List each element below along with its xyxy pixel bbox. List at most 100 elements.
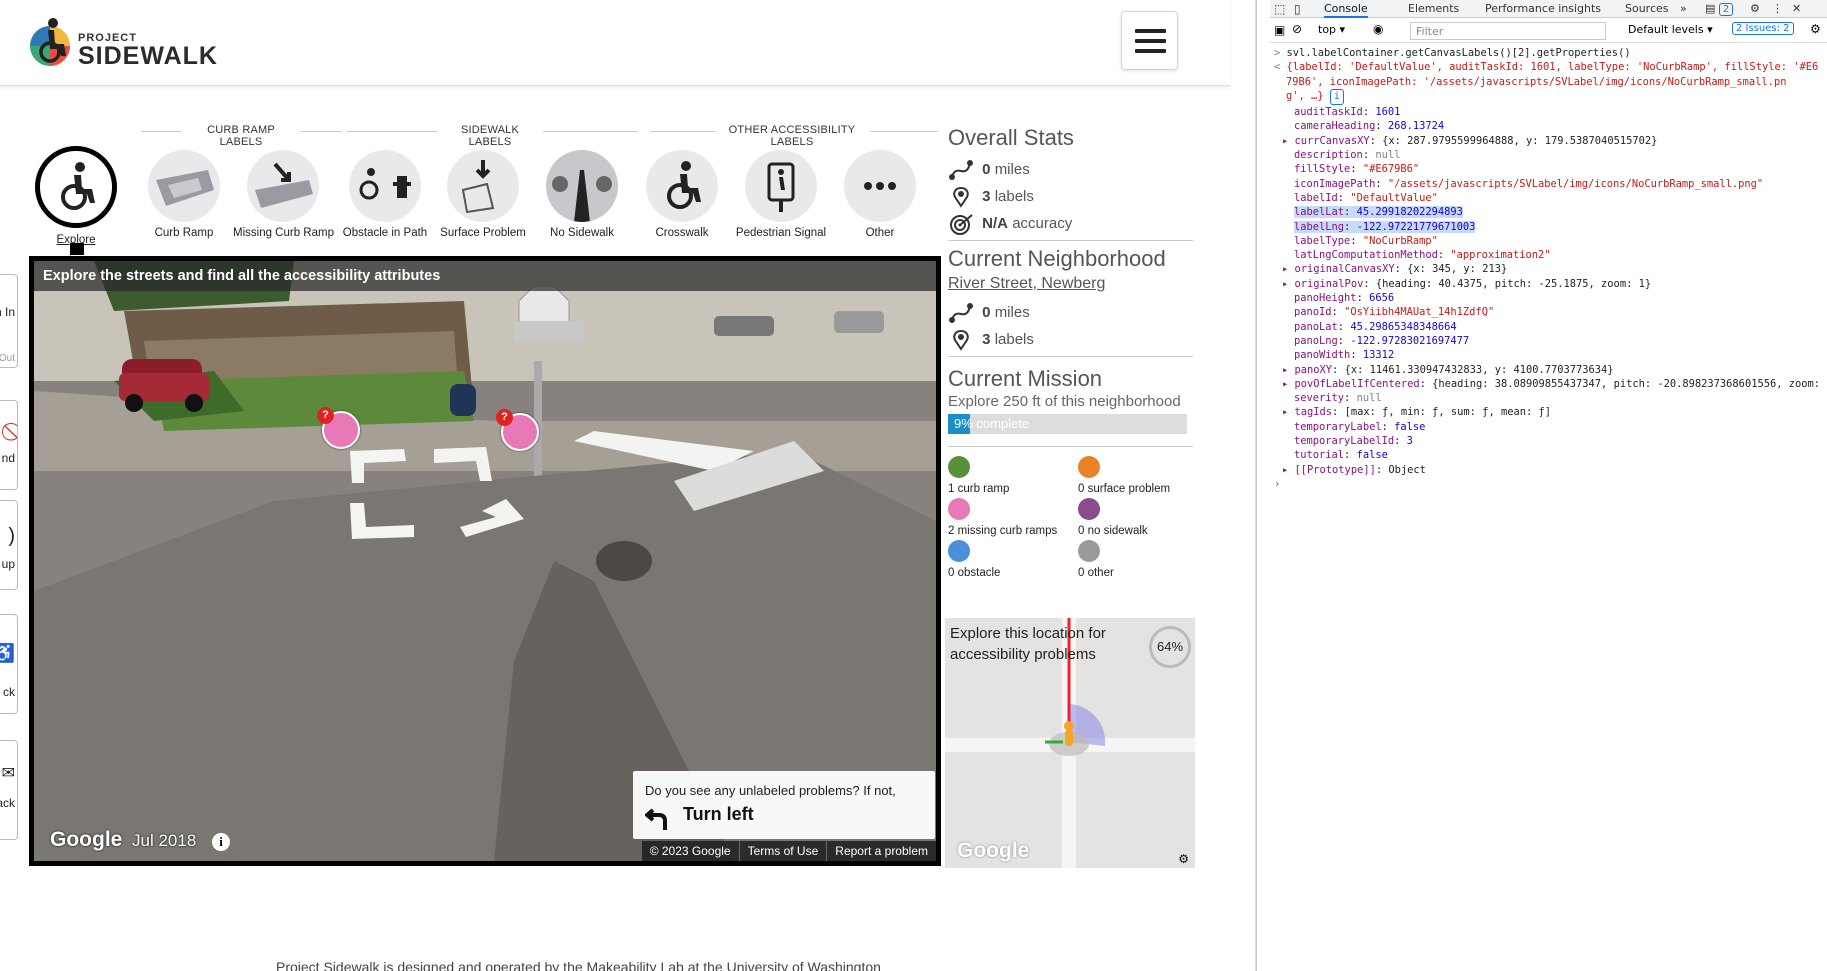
object-property-row[interactable]: labelId: "DefaultValue" <box>1270 191 1827 205</box>
object-property-row[interactable]: panoHeight: 6656 <box>1270 291 1827 305</box>
object-property-row[interactable]: tutorial: false <box>1270 448 1827 462</box>
side-nav-feedback[interactable]: ✉ back <box>0 740 18 840</box>
inspect-icon[interactable]: ⬚ <box>1274 2 1285 16</box>
object-property-row[interactable]: ▸ originalCanvasXY: {x: 345, y: 213} <box>1270 262 1827 276</box>
console-filter-input[interactable]: Filter <box>1410 22 1606 40</box>
tab-elements[interactable]: Elements <box>1408 2 1459 15</box>
neighborhood-labels: 3 labels <box>948 329 1034 353</box>
tool-crosswalk[interactable]: Crosswalk <box>632 150 732 239</box>
navigation-prompt[interactable]: Do you see any unlabeled problems? If no… <box>633 771 935 839</box>
menu-hamburger-button[interactable] <box>1121 11 1178 70</box>
close-devtools-icon[interactable]: ✕ <box>1792 2 1801 15</box>
property-separator: : <box>1344 206 1357 219</box>
settings-icon[interactable]: ⚙ <box>1750 2 1760 15</box>
object-property-row[interactable]: labelLat: 45.29918202294893 <box>1270 205 1827 219</box>
property-key: latLngComputationMethod <box>1294 249 1438 262</box>
more-tabs-button[interactable]: » <box>1680 2 1687 15</box>
property-key: labelType <box>1294 234 1351 247</box>
route-icon <box>949 303 973 323</box>
side-nav-zoom[interactable]: n In Out <box>0 274 18 368</box>
turn-left-button[interactable]: Turn left <box>683 804 754 825</box>
console-prompt[interactable]: › <box>1270 477 1827 491</box>
property-value: {heading: 38.08909855437347, pitch: -20.… <box>1432 377 1821 390</box>
property-key: ▸ currCanvasXY <box>1282 134 1370 147</box>
log-levels-dropdown[interactable]: Default levels ▾ <box>1628 23 1713 36</box>
object-property-row[interactable]: ▸ povOfLabelIfCentered: {heading: 38.089… <box>1270 377 1827 391</box>
divider <box>948 356 1193 357</box>
object-property-row[interactable]: labelLng: -122.97221779671003 <box>1270 220 1827 234</box>
object-property-row[interactable]: latLngComputationMethod: "approximation2… <box>1270 248 1827 262</box>
property-key: tutorial <box>1294 449 1345 462</box>
eye-icon[interactable]: ◉ <box>1373 22 1383 36</box>
property-value: 6656 <box>1369 292 1395 305</box>
street-view-panel[interactable]: ? ? Explore the streets and find all the… <box>29 256 941 866</box>
object-property-row[interactable]: ▸ panoXY: {x: 11461.330947432833, y: 410… <box>1270 363 1827 377</box>
tool-surface-problem[interactable]: Surface Problem <box>433 150 533 239</box>
terms-of-use-link[interactable]: Terms of Use <box>738 841 827 861</box>
clear-console-icon[interactable]: ⊘ <box>1292 22 1302 36</box>
object-property-row[interactable]: ▸ [[Prototype]]: Object <box>1270 463 1827 477</box>
object-property-row[interactable]: temporaryLabelId: 3 <box>1270 434 1827 448</box>
property-separator: : <box>1362 106 1376 119</box>
legend-other: 0 other <box>1078 567 1114 579</box>
sidebar-toggle-icon[interactable]: ▣ <box>1274 23 1285 37</box>
mission-progress-text: 9% complete <box>954 416 1030 431</box>
object-property-row[interactable]: iconImagePath: "/assets/javascripts/SVLa… <box>1270 177 1827 191</box>
minimap[interactable]: Explore this location for accessibility … <box>945 618 1195 868</box>
object-property-row[interactable]: panoLng: -122.97283021697477 <box>1270 334 1827 348</box>
tool-curb-ramp[interactable]: Curb Ramp <box>134 150 234 239</box>
tool-pedestrian-signal[interactable]: Pedestrian Signal <box>731 150 831 239</box>
property-key: panoWidth <box>1294 349 1351 362</box>
bug-report-icon[interactable]: ⚙ <box>1178 852 1189 866</box>
tool-other[interactable]: Other <box>830 150 930 239</box>
tab-sources[interactable]: Sources <box>1625 2 1669 15</box>
side-nav-not-found[interactable]: ⃠ nd <box>0 400 18 490</box>
console-result-summary[interactable]: g', …} i <box>1270 88 1827 106</box>
pedestrian-signal-icon <box>745 150 817 222</box>
object-property-row[interactable]: severity: null <box>1270 391 1827 405</box>
tool-explore[interactable]: Explore <box>26 146 126 246</box>
device-toggle-icon[interactable]: ▯ <box>1294 2 1301 16</box>
object-property-row[interactable]: ▸ tagIds: [max: ƒ, min: ƒ, sum: ƒ, mean:… <box>1270 405 1827 419</box>
property-separator: : <box>1350 349 1363 362</box>
context-selector[interactable]: top ▾ <box>1318 23 1345 36</box>
console-output[interactable]: > svl.labelContainer.getCanvasLabels()[2… <box>1270 46 1827 491</box>
property-value: {x: 287.9795599964888, y: 179.5387040515… <box>1382 134 1658 147</box>
project-sidewalk-logo[interactable]: PROJECT SIDEWALK <box>28 16 228 70</box>
object-property-row[interactable]: auditTaskId: 1601 <box>1270 105 1827 119</box>
tab-console[interactable]: Console <box>1324 2 1368 18</box>
report-problem-link[interactable]: Report a problem <box>826 841 936 861</box>
stuck-label: ck <box>3 685 15 699</box>
tool-missing-curb-ramp[interactable]: Missing Curb Ramp <box>233 150 334 239</box>
info-icon[interactable]: i <box>212 833 230 851</box>
property-key: panoLng <box>1294 334 1338 347</box>
object-property-row[interactable]: labelType: "NoCurbRamp" <box>1270 234 1827 248</box>
tool-obstacle[interactable]: Obstacle in Path <box>335 150 435 239</box>
neighborhood-name-link[interactable]: River Street, Newberg <box>948 275 1105 293</box>
object-property-row[interactable]: ▸ originalPov: {heading: 40.4375, pitch:… <box>1270 277 1827 291</box>
messages-badge[interactable]: ▤ 2 <box>1705 2 1734 16</box>
side-nav-jump[interactable]: ) up <box>0 500 18 590</box>
object-property-row[interactable]: temporaryLabel: false <box>1270 420 1827 434</box>
object-properties-list: auditTaskId: 1601 cameraHeading: 268.1372… <box>1270 105 1827 477</box>
object-property-row[interactable]: description: null <box>1270 148 1827 162</box>
object-property-row[interactable]: cameraHeading: 268.13724 <box>1270 119 1827 133</box>
object-property-row[interactable]: fillStyle: "#E679B6" <box>1270 162 1827 176</box>
object-property-row[interactable]: ▸ currCanvasXY: {x: 287.9795599964888, y… <box>1270 134 1827 148</box>
zoom-out-label: Out <box>0 353 15 364</box>
neighborhood-labels-unit: labels <box>994 330 1034 348</box>
kebab-menu-icon[interactable]: ⋮ <box>1772 2 1783 15</box>
imagery-date: Jul 2018 <box>132 831 197 850</box>
street-view-canvas[interactable]: ? ? Explore the streets and find all the… <box>34 261 936 861</box>
hamburger-bar <box>1135 49 1166 53</box>
issues-badge[interactable]: 2 Issues: 2 <box>1732 22 1794 35</box>
tool-no-sidewalk[interactable]: No Sidewalk <box>532 150 632 239</box>
side-nav-feedback-stuck[interactable]: ♿ ck <box>0 614 18 714</box>
object-property-row[interactable]: panoWidth: 13312 <box>1270 348 1827 362</box>
console-settings-icon[interactable]: ⚙ <box>1810 22 1821 36</box>
tab-performance-insights[interactable]: Performance insights <box>1485 2 1601 15</box>
object-property-row[interactable]: panoLat: 45.29865348348664 <box>1270 320 1827 334</box>
object-property-row[interactable]: panoId: "OsYiibh4MAUat_14h1ZdfQ" <box>1270 305 1827 319</box>
more-icon <box>844 150 916 222</box>
jump-label: up <box>1 557 15 571</box>
